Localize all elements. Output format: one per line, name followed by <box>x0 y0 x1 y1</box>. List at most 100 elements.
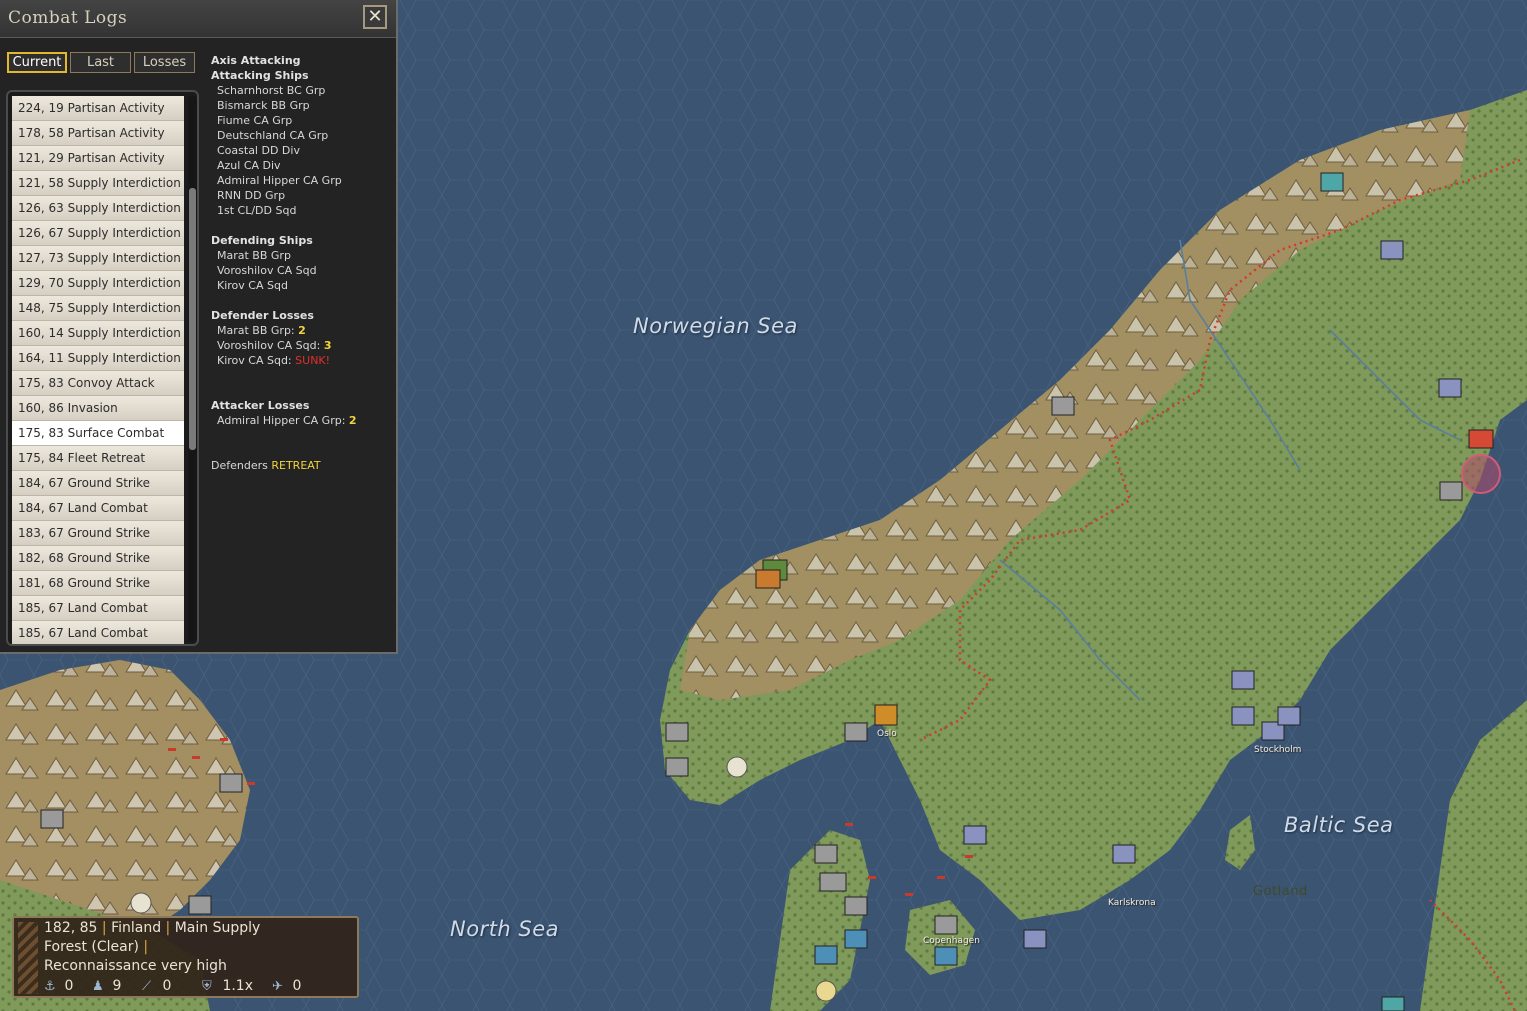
loss-ship-name: Marat BB Grp: <box>217 324 295 337</box>
unit-counter[interactable] <box>844 722 868 742</box>
close-button[interactable]: ✕ <box>363 5 387 29</box>
unit-counter[interactable] <box>1051 396 1075 416</box>
unit-counter[interactable] <box>1023 929 1047 949</box>
unit-counter[interactable] <box>814 945 838 965</box>
unit-counter[interactable] <box>819 872 847 892</box>
unit-counter[interactable] <box>40 809 64 829</box>
tab-losses[interactable]: Losses <box>134 52 195 73</box>
combat-event-row[interactable]: 224, 19 Partisan Activity <box>12 96 184 121</box>
sea-label-north: North Sea <box>450 917 560 941</box>
combat-event-row[interactable]: 175, 83 Convoy Attack <box>12 371 184 396</box>
unit-counter[interactable] <box>963 825 987 845</box>
unit-counter[interactable] <box>665 722 689 742</box>
aircraft-icon: ✈ <box>272 979 283 994</box>
combat-result: Defenders RETREAT <box>211 458 393 473</box>
unit-counter[interactable] <box>219 773 243 793</box>
tab-current[interactable]: Current <box>7 52 67 73</box>
combat-event-row[interactable]: 175, 83 Surface Combat <box>12 421 184 446</box>
unit-counter[interactable] <box>1381 996 1405 1011</box>
hex-terrain: Forest (Clear) <box>44 939 139 955</box>
combat-event-row[interactable]: 126, 63 Supply Interdiction <box>12 196 184 221</box>
air-base-marker <box>130 892 152 914</box>
town-label-stockholm[interactable]: Stockholm <box>1254 745 1301 755</box>
combat-event-row[interactable]: 160, 14 Supply Interdiction <box>12 321 184 346</box>
unit-counter[interactable] <box>934 946 958 966</box>
ship-entry: 1st CL/DD Sqd <box>217 204 297 217</box>
combat-event-row[interactable]: 129, 70 Supply Interdiction <box>12 271 184 296</box>
hex-country: Finland <box>111 920 162 936</box>
close-icon: ✕ <box>367 6 383 27</box>
loss-ship-name: Admiral Hipper CA Grp: <box>217 414 346 427</box>
town-label-copenhagen[interactable]: Copenhagen <box>923 936 980 946</box>
unit-counter[interactable] <box>1438 378 1462 398</box>
anchor-icon: ⚓ <box>44 979 56 994</box>
combat-event-row[interactable]: 121, 29 Partisan Activity <box>12 146 184 171</box>
unit-counter[interactable] <box>1380 240 1404 260</box>
attacker-losses-list: Admiral Hipper CA Grp: 2 <box>211 413 393 428</box>
scrollbar-thumb[interactable] <box>189 188 196 450</box>
unit-counter[interactable] <box>1231 706 1255 726</box>
tab-last[interactable]: Last <box>70 52 131 73</box>
combat-event-row[interactable]: 181, 68 Ground Strike <box>12 571 184 596</box>
air-base-marker <box>726 756 748 778</box>
combat-event-row[interactable]: 164, 11 Supply Interdiction <box>12 346 184 371</box>
combat-event-row[interactable]: 175, 84 Fleet Retreat <box>12 446 184 471</box>
town-label-oslo[interactable]: Oslo <box>877 729 897 739</box>
combat-event-row[interactable]: 160, 86 Invasion <box>12 396 184 421</box>
ship-entry: Kirov CA Sqd <box>217 279 288 292</box>
town-label-karlskrona[interactable]: Karlskrona <box>1108 898 1156 908</box>
event-list-rows: 224, 19 Partisan Activity 178, 58 Partisa… <box>12 96 184 644</box>
combat-event-row[interactable]: 185, 67 Land Combat <box>12 596 184 621</box>
combat-detail: Axis Attacking Attacking Ships Scharnhor… <box>211 53 393 473</box>
unit-counter[interactable] <box>665 757 689 777</box>
ship-entry: RNN DD Grp <box>217 189 286 202</box>
ship-entry: Deutschland CA Grp <box>217 129 329 142</box>
loss-entry: Marat BB Grp: 2 <box>211 323 393 338</box>
sea-label-norwegian: Norwegian Sea <box>633 314 798 338</box>
unit-counter[interactable] <box>934 915 958 935</box>
unit-counter[interactable] <box>1277 706 1301 726</box>
panel-title-bar: Combat Logs ✕ <box>0 0 396 38</box>
unit-counter[interactable] <box>844 929 868 949</box>
unit-counter[interactable] <box>1320 172 1344 192</box>
defender-losses-heading: Defender Losses <box>211 309 314 322</box>
stat-air-value: 0 <box>292 978 302 994</box>
unit-counter[interactable] <box>874 704 898 726</box>
unit-counter[interactable] <box>755 569 781 589</box>
unit-counter[interactable] <box>1439 481 1463 501</box>
ship-entry: Bismarck BB Grp <box>217 99 310 112</box>
unit-counter[interactable] <box>1468 429 1494 449</box>
combat-event-row[interactable]: 127, 73 Supply Interdiction <box>12 246 184 271</box>
combat-event-list[interactable]: 224, 19 Partisan Activity 178, 58 Partisa… <box>6 90 199 646</box>
unit-counter[interactable] <box>188 895 212 915</box>
hex-location-line: 182, 85 | Finland | Main Supply <box>44 920 261 936</box>
combat-event-row[interactable]: 126, 67 Supply Interdiction <box>12 221 184 246</box>
combat-event-row[interactable]: 184, 67 Land Combat <box>12 496 184 521</box>
stat-defense: ⛨ 1.1x <box>202 978 253 994</box>
ship-entry: Admiral Hipper CA Grp <box>217 174 342 187</box>
artillery-icon: ⟋ <box>142 979 152 994</box>
air-base-marker <box>815 980 837 1002</box>
unit-counter[interactable] <box>844 896 868 916</box>
ship-entry: Fiume CA Grp <box>217 114 293 127</box>
loss-value: 2 <box>348 414 357 427</box>
info-box-stripe <box>18 922 38 994</box>
island-label-gotland: Gotland <box>1253 884 1308 899</box>
loss-value: 2 <box>298 324 306 337</box>
unit-counter[interactable] <box>1112 844 1136 864</box>
selected-hex-marker[interactable] <box>1461 454 1501 494</box>
ship-entry: Azul CA Div <box>217 159 281 172</box>
combat-event-row[interactable]: 184, 67 Ground Strike <box>12 471 184 496</box>
attacking-ships-list: Scharnhorst BC Grp Bismarck BB Grp Fiume C… <box>211 83 393 218</box>
result-prefix: Defenders <box>211 459 268 472</box>
combat-event-row[interactable]: 121, 58 Supply Interdiction <box>12 171 184 196</box>
combat-event-row[interactable]: 182, 68 Ground Strike <box>12 546 184 571</box>
unit-counter[interactable] <box>814 844 838 864</box>
combat-event-row[interactable]: 148, 75 Supply Interdiction <box>12 296 184 321</box>
combat-event-row[interactable]: 183, 67 Ground Strike <box>12 521 184 546</box>
combat-event-row[interactable]: 185, 67 Land Combat <box>12 621 184 644</box>
unit-counter[interactable] <box>1231 670 1255 690</box>
loss-ship-name: Voroshilov CA Sqd: <box>217 339 321 352</box>
combat-event-row[interactable]: 178, 58 Partisan Activity <box>12 121 184 146</box>
list-scrollbar[interactable] <box>188 96 197 642</box>
